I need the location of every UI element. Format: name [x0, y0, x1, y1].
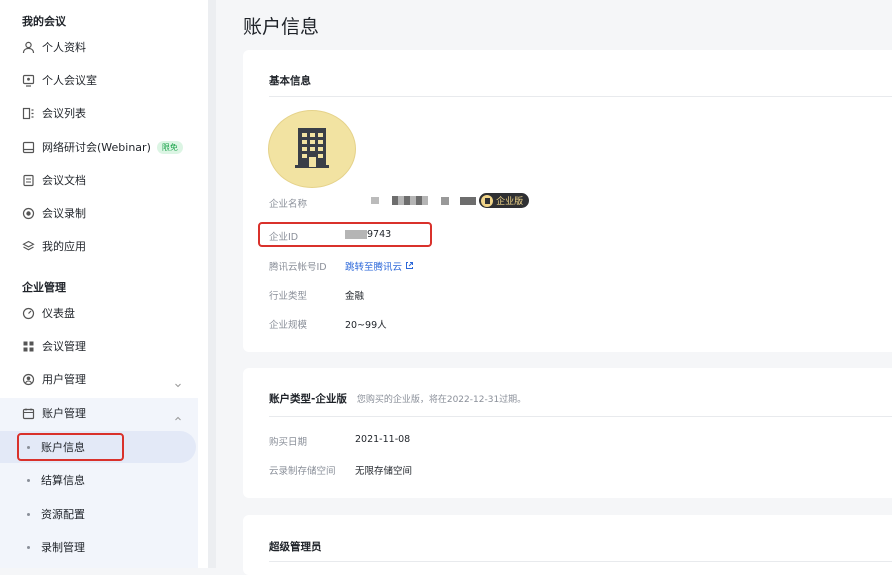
card-title: 超级管理员	[269, 541, 322, 553]
sidebar-item-meeting-manage[interactable]: 会议管理	[0, 331, 198, 361]
super-admin-card: 超级管理员	[243, 515, 892, 575]
building-mini-icon	[481, 194, 494, 207]
cloud-storage-value: 无限存储空间	[355, 466, 413, 477]
highlight-box-enterprise-id	[258, 222, 432, 247]
sidebar-item-label: 网络研讨会(Webinar)	[42, 141, 151, 154]
section-title-my-meetings: 我的会议	[22, 15, 66, 28]
bullet-dot	[27, 478, 30, 482]
user-icon	[21, 40, 35, 54]
sidebar-item-label: 我的应用	[42, 240, 86, 253]
purchase-date-value: 2021-11-08	[355, 434, 411, 445]
enterprise-edition-badge: 企业版	[479, 193, 530, 208]
expiry-note: 您购买的企业版，将在2022-12-31过期。	[356, 395, 527, 405]
company-avatar	[268, 110, 356, 188]
sidebar-subitem-record-manage[interactable]: 录制管理	[0, 531, 196, 563]
apps-icon	[21, 239, 35, 253]
sidebar-item-dashboard[interactable]: 仪表盘	[0, 298, 198, 328]
redacted-block	[460, 196, 477, 205]
company-size-label: 企业规模	[269, 320, 308, 331]
sidebar: 我的会议 个人资料 个人会议室 会议列表 网络研讨会(Webinar) 限免 会…	[0, 0, 208, 568]
sidebar-divider	[208, 0, 216, 568]
sidebar-item-label: 个人资料	[42, 41, 86, 54]
sidebar-item-meeting-list[interactable]: 会议列表	[0, 98, 198, 128]
purchase-date-label: 购买日期	[269, 437, 308, 448]
sidebar-item-label: 账户管理	[42, 407, 86, 420]
sidebar-item-apps[interactable]: 我的应用	[0, 231, 198, 261]
webinar-icon	[21, 140, 35, 154]
sidebar-subitem-label: 结算信息	[41, 474, 85, 487]
building-icon	[293, 125, 331, 173]
redacted-block	[371, 197, 379, 204]
tencent-cloud-id-label: 腾讯云帐号ID	[269, 262, 327, 273]
sidebar-subitem-label: 录制管理	[41, 541, 85, 554]
card-title: 基本信息	[269, 75, 311, 87]
sidebar-item-documents[interactable]: 会议文档	[0, 165, 198, 195]
divider	[269, 416, 892, 417]
meeting-room-icon	[21, 73, 35, 87]
card-title: 账户类型-企业版 您购买的企业版，将在2022-12-31过期。	[269, 391, 526, 406]
sidebar-item-label: 会议文档	[42, 174, 86, 187]
cloud-storage-label: 云录制存储空间	[269, 466, 336, 477]
sidebar-item-label: 会议列表	[42, 107, 86, 120]
sidebar-item-label: 仪表盘	[42, 307, 75, 320]
page-title: 账户信息	[243, 16, 320, 38]
sidebar-item-label: 会议管理	[42, 340, 86, 353]
grid-icon	[21, 339, 35, 353]
users-icon	[21, 372, 35, 386]
list-icon	[21, 106, 35, 120]
section-title-enterprise: 企业管理	[22, 281, 66, 294]
bullet-dot	[27, 545, 30, 549]
highlight-box-account-info	[17, 433, 124, 461]
dashboard-icon	[21, 306, 35, 320]
sidebar-item-label: 会议录制	[42, 207, 86, 220]
sidebar-item-label: 个人会议室	[42, 74, 97, 87]
free-badge: 限免	[156, 140, 183, 154]
redacted-block	[392, 196, 429, 205]
account-icon	[21, 406, 35, 420]
enterprise-badge-label: 企业版	[496, 197, 524, 207]
sidebar-item-webinar[interactable]: 网络研讨会(Webinar) 限免	[0, 132, 198, 162]
divider	[269, 561, 892, 562]
account-type-card: 账户类型-企业版 您购买的企业版，将在2022-12-31过期。 购买日期 202…	[243, 368, 892, 498]
sidebar-item-user-manage[interactable]: 用户管理	[0, 364, 198, 394]
sidebar-subitem-billing[interactable]: 结算信息	[0, 464, 196, 496]
industry-label: 行业类型	[269, 291, 308, 302]
redacted-block	[441, 196, 450, 205]
document-icon	[21, 173, 35, 187]
company-size-value: 20~99人	[345, 320, 387, 331]
sidebar-item-recording[interactable]: 会议录制	[0, 198, 198, 228]
divider	[269, 96, 892, 97]
company-name-value: 企业版	[371, 193, 530, 208]
record-icon	[21, 206, 35, 220]
sidebar-item-personal-room[interactable]: 个人会议室	[0, 65, 198, 95]
tencent-cloud-link[interactable]: 跳转至腾讯云	[345, 259, 414, 273]
chevron-down-icon[interactable]	[174, 374, 182, 393]
sidebar-subitem-resources[interactable]: 资源配置	[0, 498, 196, 530]
sidebar-item-profile[interactable]: 个人资料	[0, 32, 198, 62]
chevron-up-icon[interactable]	[174, 408, 182, 427]
industry-value: 金融	[345, 291, 365, 302]
external-link-icon	[405, 262, 414, 273]
account-type-title: 账户类型-企业版	[269, 393, 347, 405]
company-name-label: 企业名称	[269, 199, 308, 210]
bullet-dot	[27, 512, 30, 516]
sidebar-item-label: 用户管理	[42, 373, 86, 386]
sidebar-item-account-manage[interactable]: 账户管理	[0, 398, 198, 428]
basic-info-card: 基本信息 企业名称 企业版 企业ID 9743 腾讯云帐号ID 跳转至腾讯云 行…	[243, 50, 892, 352]
tencent-cloud-link-text: 跳转至腾讯云	[345, 262, 403, 273]
sidebar-subitem-label: 资源配置	[41, 508, 85, 521]
